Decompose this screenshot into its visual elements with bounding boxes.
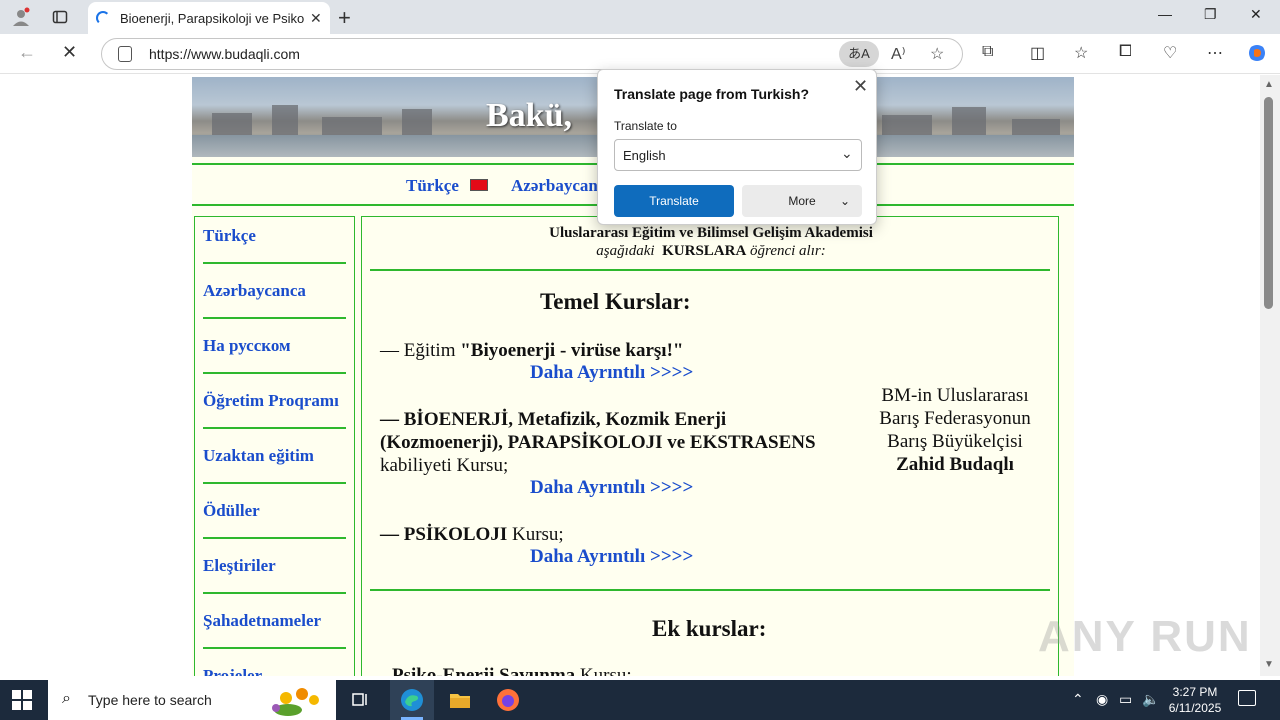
turkish-flag-icon[interactable] — [470, 179, 488, 191]
read-aloud-icon[interactable]: A⁾ — [891, 44, 906, 64]
sidebar-item-reviews[interactable]: Eleştiriler — [203, 556, 347, 576]
meet-now-icon[interactable]: ◉ — [1096, 691, 1108, 708]
course-item: Psiko-Enerji Savunma Kursu; — [392, 665, 632, 676]
show-hidden-icons-icon[interactable]: ⌃ — [1072, 691, 1084, 708]
sidebar-menu: Türkçe Azərbaycanca На русском Öğretim P… — [194, 216, 355, 676]
new-tab-button[interactable]: + — [338, 5, 351, 31]
file-explorer-icon[interactable] — [448, 688, 472, 712]
close-window-icon[interactable]: ✕ — [1250, 6, 1262, 23]
close-tab-icon[interactable]: ✕ — [310, 10, 322, 27]
favorite-star-icon[interactable]: ☆ — [930, 44, 944, 64]
minimize-icon[interactable]: — — [1158, 6, 1172, 22]
translate-icon[interactable]: あA — [839, 41, 879, 67]
collections-icon[interactable]: ⧠ — [1119, 43, 1132, 61]
selected-language: English — [623, 148, 666, 163]
notifications-icon[interactable] — [1238, 690, 1256, 706]
volume-icon[interactable]: 🔈 — [1142, 691, 1159, 708]
sidebar-item-program[interactable]: Öğretim Proqramı — [203, 391, 347, 411]
scroll-down-icon[interactable]: ▼ — [1264, 659, 1274, 670]
divider — [370, 269, 1050, 271]
more-details-link[interactable]: Daha Ayrıntılı >>>> — [530, 362, 693, 384]
chevron-down-icon: ⌄ — [841, 145, 853, 161]
toolbar: ← ✕ https://www.budaqli.com あA A⁾ ☆ ⧉ ◫ … — [0, 34, 1280, 74]
chevron-down-icon: ⌄ — [840, 194, 851, 208]
taskbar-search-box[interactable]: ⌕ Type here to search — [48, 680, 336, 720]
favorites-icon[interactable]: ☆ — [1074, 43, 1088, 63]
lock-icon[interactable] — [118, 46, 132, 62]
lang-link-turkish[interactable]: Türkçe — [406, 176, 459, 196]
split-screen-icon[interactable]: ◫ — [1030, 43, 1045, 63]
back-icon[interactable]: ← — [18, 42, 36, 63]
network-icon[interactable]: ▭ — [1119, 691, 1132, 708]
banner-title: Bakü, — [486, 97, 572, 134]
more-button[interactable]: More ⌄ — [742, 185, 862, 217]
course-item: — Eğitim "Biyoenerji - virüse karşı!" — [380, 340, 684, 361]
address-bar[interactable]: https://www.budaqli.com あA A⁾ ☆ — [101, 38, 963, 70]
sidebar-item-distance-learning[interactable]: Uzaktan eğitim — [203, 446, 347, 466]
lang-link-azerbaijani[interactable]: Azərbaycan — [511, 176, 598, 196]
copilot-icon[interactable] — [1247, 43, 1267, 68]
additional-courses-heading: Ek kurslar: — [652, 616, 767, 641]
scroll-up-icon[interactable]: ▲ — [1264, 79, 1274, 90]
tab-strip: Bioenerji, Parapsikoloji ve Psikoloj ✕ +… — [0, 0, 1280, 34]
more-menu-icon[interactable]: ⋯ — [1207, 43, 1223, 63]
close-icon[interactable]: ✕ — [853, 76, 868, 97]
profile-icon[interactable] — [10, 6, 32, 28]
language-select[interactable]: English ⌄ — [614, 139, 862, 171]
search-placeholder: Type here to search — [88, 692, 212, 708]
restore-icon[interactable]: ❐ — [1204, 6, 1217, 23]
academy-subtitle: aşağıdaki KURSLARA öğrenci alır: — [596, 243, 826, 259]
translate-popup-title: Translate page from Turkish? — [614, 86, 810, 102]
divider — [203, 647, 346, 649]
sidebar-item-russian[interactable]: На русском — [203, 336, 347, 356]
basic-courses-heading: Temel Kurslar: — [540, 289, 691, 314]
more-details-link[interactable]: Daha Ayrıntılı >>>> — [530, 546, 693, 568]
divider — [203, 372, 346, 374]
sidebar-item-awards[interactable]: Ödüller — [203, 501, 347, 521]
divider — [203, 262, 346, 264]
edge-browser-icon[interactable] — [400, 688, 424, 712]
tab-actions-icon[interactable] — [49, 6, 71, 28]
translate-button[interactable]: Translate — [614, 185, 734, 217]
task-view-icon[interactable] — [348, 688, 372, 712]
course-item: — PSİKOLOJI Kursu; — [380, 524, 564, 545]
active-tab[interactable]: Bioenerji, Parapsikoloji ve Psikoloj ✕ — [88, 2, 330, 34]
scroll-thumb[interactable] — [1264, 97, 1273, 309]
taskbar: ⌕ Type here to search ⌃ ◉ ▭ 🔈 3:27 PM 6/… — [0, 680, 1280, 720]
windows-start-icon[interactable] — [12, 690, 32, 710]
system-clock[interactable]: 3:27 PM 6/11/2025 — [1162, 684, 1228, 716]
course-item: — BİOENERJİ, Metafizik, Kozmik Enerji (K… — [380, 409, 816, 476]
firefox-icon[interactable] — [496, 688, 520, 712]
page-scrollbar[interactable]: ▲ ▼ — [1260, 75, 1280, 676]
divider — [203, 537, 346, 539]
watermark-logo: ANY RUN — [1038, 612, 1252, 661]
academy-name: Uluslararası Eğitim ve Bilimsel Gelişim … — [549, 225, 873, 241]
divider — [203, 317, 346, 319]
divider — [203, 427, 346, 429]
divider — [370, 589, 1050, 591]
divider — [203, 592, 346, 594]
search-highlight-flowers-icon — [272, 688, 319, 716]
browser-essentials-icon[interactable]: ♡ — [1163, 43, 1177, 63]
ambassador-info: BM-in Uluslararası Barış Federasyonun Ba… — [879, 385, 1031, 475]
stop-loading-icon[interactable]: ✕ — [62, 42, 77, 63]
divider — [203, 482, 346, 484]
sidebar-item-turkce[interactable]: Türkçe — [203, 226, 347, 246]
search-icon: ⌕ — [62, 690, 71, 707]
tab-title: Bioenerji, Parapsikoloji ve Psikoloj — [120, 10, 304, 26]
translate-to-label: Translate to — [614, 119, 677, 133]
loading-spinner-icon — [96, 11, 110, 25]
translate-popup: Translate page from Turkish? ✕ Translate… — [597, 69, 877, 225]
more-details-link[interactable]: Daha Ayrıntılı >>>> — [530, 477, 693, 499]
sidebar-item-projects[interactable]: Projeler — [203, 666, 347, 676]
extensions-icon[interactable]: ⧉ — [982, 43, 993, 61]
main-content: Uluslararası Eğitim ve Bilimsel Gelişim … — [361, 216, 1059, 676]
sidebar-item-certificates[interactable]: Şahadetnameler — [203, 611, 347, 631]
url-text[interactable]: https://www.budaqli.com — [149, 46, 300, 62]
sidebar-item-azerbaycanca[interactable]: Azərbaycanca — [203, 281, 347, 301]
